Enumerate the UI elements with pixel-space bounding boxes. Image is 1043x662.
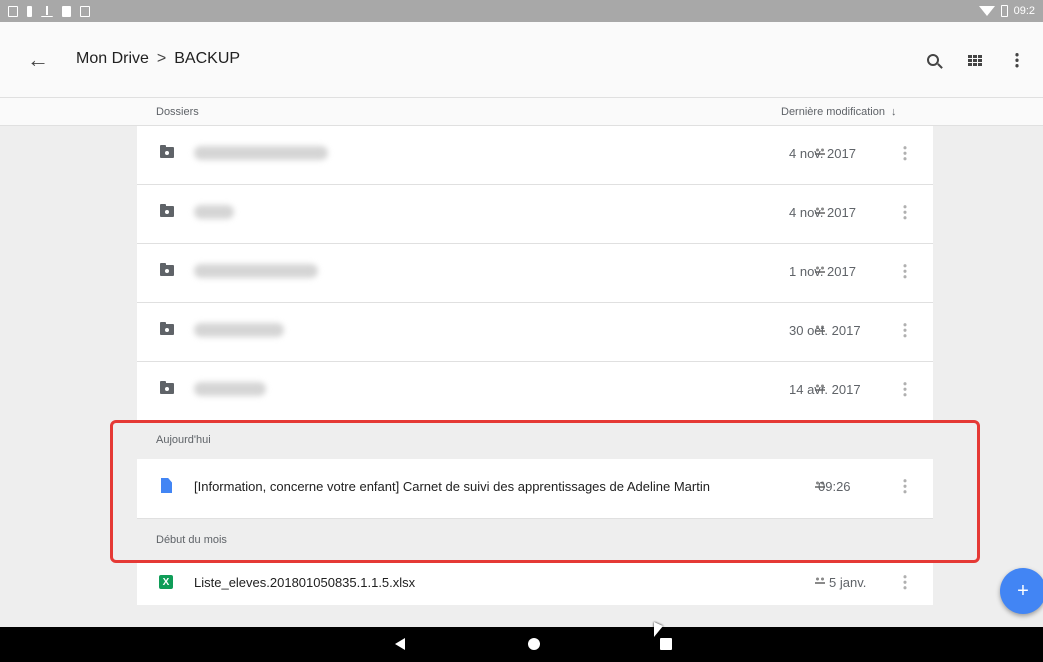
shared-icon [815, 577, 825, 584]
more-vert-icon [1015, 52, 1019, 68]
app-bar: ← Mon Drive > BACKUP [0, 22, 1043, 98]
modified-date: 09:26 [818, 479, 851, 494]
nav-back-icon[interactable] [395, 638, 405, 650]
modified-date: 4 nov. 2017 [789, 146, 856, 161]
folder-name-blurred [194, 205, 234, 219]
folder-row[interactable]: 4 nov. 2017 [137, 185, 933, 244]
more-options-button[interactable] [1001, 44, 1033, 76]
modified-date: 14 avr. 2017 [789, 382, 861, 397]
status-time: 09:2 [1013, 5, 1035, 17]
sort-label: Dernière modification [781, 106, 885, 118]
battery-icon [1000, 5, 1008, 17]
navigation-bar [0, 627, 1043, 662]
shared-folder-icon [160, 381, 174, 394]
shared-folder-icon [160, 145, 174, 158]
grid-view-icon [968, 54, 982, 66]
status-bar: 09:2 [0, 0, 1043, 22]
file-row[interactable]: [Information, concerne votre enfant] Car… [137, 459, 933, 519]
folder-row[interactable]: 30 oct. 2017 [137, 303, 933, 362]
more-vert-icon[interactable] [903, 263, 907, 279]
folder-row[interactable]: 4 nov. 2017 [137, 126, 933, 185]
excel-icon: X [159, 575, 173, 589]
folder-row[interactable]: 14 avr. 2017 [137, 362, 933, 421]
shared-folder-icon [160, 263, 174, 276]
folders-label: Dossiers [156, 106, 199, 118]
list-header: Dossiers Dernière modification ↓ [0, 98, 1043, 126]
google-doc-icon [161, 478, 172, 493]
more-vert-icon[interactable] [903, 322, 907, 338]
upload-icon [41, 5, 53, 17]
folder-row[interactable]: 1 nov. 2017 [137, 244, 933, 303]
more-vert-icon[interactable] [903, 145, 907, 161]
more-vert-icon[interactable] [903, 574, 907, 590]
folder-name-blurred [194, 382, 266, 396]
mouse-cursor-icon [654, 622, 663, 637]
arrow-left-icon[interactable]: ← [27, 46, 55, 74]
nav-home-icon[interactable] [528, 638, 540, 650]
file-list: 4 nov. 2017 4 nov. 2017 1 nov. 2017 30 o… [137, 126, 933, 605]
search-icon [927, 54, 939, 66]
breadcrumb: Mon Drive > BACKUP [76, 50, 240, 68]
more-vert-icon[interactable] [903, 478, 907, 494]
folder-name-blurred [194, 323, 284, 337]
modified-date: 5 janv. [829, 575, 867, 590]
modified-date: 1 nov. 2017 [789, 264, 856, 279]
notification-icon [8, 5, 18, 17]
file-row[interactable]: X Liste_eleves.201801050835.1.1.5.xlsx 5… [137, 561, 933, 605]
breadcrumb-root[interactable]: Mon Drive [76, 50, 149, 68]
new-item-fab[interactable]: + [1000, 568, 1043, 614]
folder-name-blurred [194, 264, 318, 278]
file-name: Liste_eleves.201801050835.1.1.5.xlsx [194, 575, 416, 590]
sd-card-icon [62, 5, 71, 17]
status-notifications [8, 5, 90, 17]
status-system: 09:2 [978, 5, 1035, 17]
photo-icon [80, 5, 90, 17]
modified-date: 4 nov. 2017 [789, 205, 856, 220]
section-today-label: Aujourd'hui [137, 421, 933, 459]
section-month-start-label: Début du mois [137, 519, 933, 561]
shared-folder-icon [160, 204, 174, 217]
sort-by-modified-button[interactable]: Dernière modification ↓ [781, 98, 896, 126]
top-actions [917, 44, 1043, 76]
breadcrumb-current[interactable]: BACKUP [174, 50, 240, 68]
search-button[interactable] [917, 44, 949, 76]
arrow-down-icon: ↓ [890, 106, 897, 118]
shared-folder-icon [160, 322, 174, 335]
wifi-icon [978, 6, 995, 16]
folder-name-blurred [194, 146, 328, 160]
more-vert-icon[interactable] [903, 204, 907, 220]
modified-date: 30 oct. 2017 [789, 323, 861, 338]
breadcrumb-separator: > [156, 50, 167, 67]
grid-view-button[interactable] [959, 44, 991, 76]
usb-icon [27, 5, 32, 17]
file-name: [Information, concerne votre enfant] Car… [194, 479, 710, 494]
more-vert-icon[interactable] [903, 381, 907, 397]
nav-recent-apps-icon[interactable] [660, 638, 672, 650]
